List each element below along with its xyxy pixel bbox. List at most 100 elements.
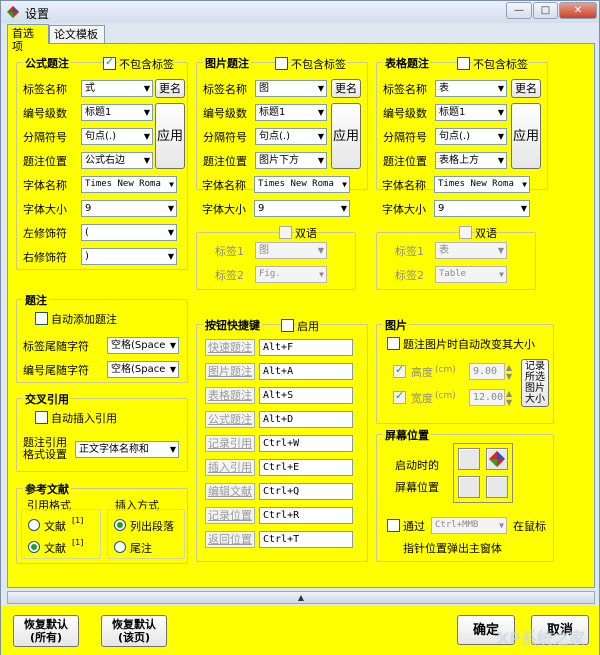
table-size-combo[interactable]: 9 ▼ [434,200,530,217]
screen-pos-bottom-right[interactable] [486,476,508,498]
formula-font-combo[interactable]: Times New Roma ▼ [81,176,177,193]
tab-thesis-template[interactable]: 论文模板 [49,25,105,43]
shortcut-key-3[interactable]: Alt+D [259,411,353,428]
figure-tag2-combo[interactable]: Fig. ▼ [255,266,327,283]
shortcut-key-6[interactable]: Ctrl+Q [259,483,353,500]
hotkey-combo[interactable]: Ctrl+MMB ▼ [431,517,507,534]
height-unit: (cm) [435,365,456,375]
table-label-name-combo[interactable]: 表 ▼ [435,80,507,97]
formula-rename-button[interactable]: 更名 [155,79,185,98]
table-separator-label: 分隔符号 [383,131,427,144]
width-spin[interactable]: ▲ ▼ [506,389,512,407]
formula-label-name-combo[interactable]: 式 ▼ [81,80,153,97]
shortcut-key-4[interactable]: Ctrl+W [259,435,353,452]
formula-separator-combo[interactable]: 句点(.) ▼ [81,128,153,145]
figure-apply-button[interactable]: 应用 [331,103,361,169]
shortcuts-enable-checkbox[interactable] [281,319,294,332]
height-checkbox[interactable] [393,363,406,378]
shortcut-key-7[interactable]: Ctrl+R [259,507,353,524]
collapse-bar[interactable]: ▲ [7,591,595,604]
width-input[interactable]: 12.00 [469,389,505,406]
table-font-combo[interactable]: Times New Roma ▼ [434,176,530,193]
screen-position-title: 屏幕位置 [383,427,431,443]
auto-add-caption-checkbox[interactable] [35,312,48,325]
popup-at-mouse-checkbox[interactable] [387,519,400,532]
shortcut-key-0[interactable]: Alt+F [259,339,353,356]
figure-bilingual-checkbox[interactable] [279,226,292,239]
figure-tag1-combo[interactable]: 图 ▼ [255,242,327,259]
shortcut-name-2[interactable]: 表格题注 [205,387,255,404]
shortcut-name-6[interactable]: 编辑文献 [205,483,255,500]
formula-apply-button[interactable]: 应用 [155,103,185,169]
auto-resize-label: 题注图片时自动改变其大小 [403,338,535,351]
cite-format-radio-1[interactable] [28,519,40,531]
num-tail-char-combo[interactable]: 空格(Space ▼ [107,361,179,378]
close-button[interactable]: ✕ [559,2,597,19]
formula-position-combo[interactable]: 公式右边 ▼ [81,152,153,169]
reset-page-button[interactable]: 恢复默认(该页) [101,615,167,647]
figure-position-combo[interactable]: 图片下方 ▼ [255,152,327,169]
height-label: 高度 [411,366,433,379]
shortcut-key-2[interactable]: Alt+S [259,387,353,404]
shortcut-name-8[interactable]: 返回位置 [205,531,255,548]
table-separator-combo[interactable]: 句点(.) ▼ [435,128,507,145]
formula-size-combo[interactable]: 9 ▼ [81,200,177,217]
cite-format-radio-2[interactable] [28,541,40,553]
ref-format-label: 题注引用格式设置 [23,436,67,461]
formula-group-title: 公式题注 [23,55,71,71]
table-level-combo[interactable]: 标题1 ▼ [435,104,507,121]
figure-level-combo[interactable]: 标题1 ▼ [255,104,327,121]
shortcut-name-7[interactable]: 记录位置 [205,507,255,524]
minimize-button[interactable]: — [506,2,532,19]
auto-resize-checkbox[interactable] [387,337,400,350]
formula-left-mod-combo[interactable]: (▼ [81,224,177,241]
figure-exclude-label: 不包含标签 [291,56,346,72]
insert-mode-radio-1[interactable] [114,519,126,531]
table-rename-button[interactable]: 更名 [511,79,541,98]
table-bilingual-checkbox[interactable] [459,226,472,239]
figure-label-name-combo[interactable]: 图 ▼ [255,80,327,97]
reset-all-button[interactable]: 恢复默认(所有) [13,615,79,647]
shortcut-name-1[interactable]: 图片题注 [205,363,255,380]
height-input[interactable]: 9.00 [469,363,505,380]
auto-insert-ref-checkbox[interactable] [35,411,48,424]
insert-mode-radio-2[interactable] [114,541,126,553]
shortcut-name-0[interactable]: 快速题注 [205,339,255,356]
figure-rename-button[interactable]: 更名 [331,79,361,98]
figure-font-combo[interactable]: Times New Roma ▼ [254,176,350,193]
table-position-combo[interactable]: 表格上方 ▼ [435,152,507,169]
tail-char-combo[interactable]: 空格(Space ▼ [107,337,179,354]
table-position-label: 题注位置 [383,155,427,168]
tab-preferences[interactable]: 首选项 [7,24,49,53]
table-exclude-checkbox[interactable] [457,57,470,70]
formula-right-mod-combo[interactable]: ) ▼ [81,248,177,265]
table-tag1-combo[interactable]: 表 ▼ [435,242,507,259]
shortcut-key-8[interactable]: Ctrl+T [259,531,353,548]
formula-label-name-label: 标签名称 [23,83,67,96]
shortcut-name-5[interactable]: 插入引用 [205,459,255,476]
shortcut-name-4[interactable]: 记录引用 [205,435,255,452]
formula-level-combo[interactable]: 标题1 ▼ [81,104,153,121]
maximize-button[interactable]: □ [533,2,558,19]
screen-pos-top-left[interactable] [458,448,480,470]
shortcut-key-1[interactable]: Alt+A [259,363,353,380]
width-label: 宽度 [411,392,433,405]
record-image-size-button[interactable]: 记录所选图片大小 [521,359,549,407]
width-checkbox[interactable] [393,389,406,404]
screen-pos-top-right[interactable] [486,448,508,470]
height-spin[interactable]: ▲ ▼ [506,363,512,381]
table-apply-button[interactable]: 应用 [511,103,541,169]
figure-exclude-checkbox[interactable] [275,57,288,70]
table-level-label: 编号级数 [383,107,427,120]
insert-mode-option-2: 尾注 [130,542,152,555]
shortcut-name-3[interactable]: 公式题注 [205,411,255,428]
figure-separator-combo[interactable]: 句点(.) ▼ [255,128,327,145]
formula-exclude-checkbox[interactable] [103,55,116,70]
ref-format-combo[interactable]: 正文字体名称和 ▼ [75,441,179,458]
table-tag2-combo[interactable]: Table ▼ [435,266,507,283]
figure-size-combo[interactable]: 9 ▼ [254,200,350,217]
references-group: 参考文献 引用格式 文献 [1] 文献 [1] 插入方式 列出段落 尾注 [16,481,188,564]
figure-caption-group: 图片题注 不包含标签 标签名称 图 ▼ 更名 编号级数 标题1 ▼ 分隔符号 句点(… [196,55,368,190]
screen-pos-bottom-left[interactable] [458,476,480,498]
shortcut-key-5[interactable]: Ctrl+E [259,459,353,476]
